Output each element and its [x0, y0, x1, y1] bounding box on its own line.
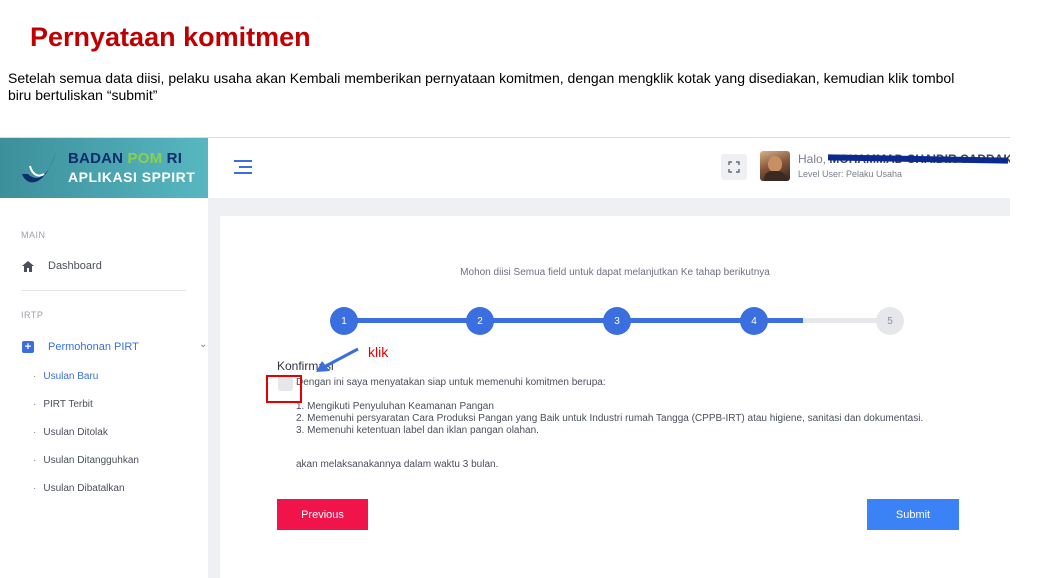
sidebar-item-dashboard[interactable]: Dashboard — [21, 256, 102, 276]
badan-pom-logo-icon — [22, 152, 56, 183]
menu-toggle-icon[interactable] — [234, 160, 252, 174]
fullscreen-button[interactable] — [721, 154, 747, 180]
plus-icon: + — [22, 341, 34, 353]
sidebar-subitem-usulan-dibatalkan[interactable]: · Usulan Dibatalkan — [33, 480, 125, 496]
checkbox-label: Dengan ini saya menyatakan siap untuk me… — [296, 377, 606, 388]
brand-logo[interactable]: BADAN POM RI APLIKASI SPPIRT — [0, 138, 208, 198]
stepper-progress — [344, 318, 803, 323]
wizard-card: Mohon diisi Semua field untuk dapat mela… — [220, 216, 1010, 578]
slide-title: Pernyataan komitmen — [30, 22, 311, 52]
step-3[interactable]: 3 — [603, 307, 631, 335]
sidebar-item-permohonan-pirt[interactable]: + Permohonan PIRT ⌄ — [21, 337, 207, 357]
submit-button[interactable]: Submit — [867, 499, 959, 530]
sidebar-subitem-usulan-baru[interactable]: · Usulan Baru — [33, 368, 98, 384]
annotation-highlight-box — [266, 375, 302, 403]
top-header: Halo, MOHAMMAD CHAIDIR CADDAK Level User… — [208, 138, 1010, 198]
section-label-main: MAIN — [21, 230, 46, 240]
fullscreen-icon — [728, 161, 740, 173]
commitment-item: 1. Mengikuti Penyuluhan Keamanan Pangan — [296, 401, 494, 412]
home-icon — [21, 260, 35, 272]
step-2[interactable]: 2 — [466, 307, 494, 335]
slide-description: Setelah semua data diisi, pelaku usaha a… — [8, 70, 955, 103]
sidebar-item-label: Permohonan PIRT — [48, 341, 139, 353]
section-label-irtp: IRTP — [21, 310, 44, 320]
sidebar-subitem-pirt-terbit[interactable]: · PIRT Terbit — [33, 396, 93, 412]
wizard-instruction: Mohon diisi Semua field untuk dapat mela… — [460, 267, 770, 278]
chevron-down-icon: ⌄ — [199, 339, 208, 350]
sidebar-divider — [21, 290, 186, 291]
sidebar-subitem-usulan-ditangguhkan[interactable]: · Usulan Ditangguhkan — [33, 452, 139, 468]
previous-button[interactable]: Previous — [277, 499, 368, 530]
brand-name: BADAN POM RI — [68, 150, 183, 167]
commitment-item: 2. Memenuhi persyaratan Cara Produksi Pa… — [296, 413, 924, 424]
step-4[interactable]: 4 — [740, 307, 768, 335]
user-avatar[interactable] — [760, 151, 790, 181]
sidebar: MAIN Dashboard IRTP + Permohonan PIRT ⌄ … — [0, 198, 208, 578]
step-5[interactable]: 5 — [876, 307, 904, 335]
app-window: BADAN POM RI APLIKASI SPPIRT Halo, MOHAM… — [0, 138, 1010, 578]
annotation-arrow-icon — [316, 347, 359, 372]
annotation-text: klik — [368, 344, 389, 360]
sidebar-item-label: Dashboard — [48, 260, 102, 272]
commitment-deadline: akan melaksanakannya dalam waktu 3 bulan… — [296, 459, 499, 470]
commitment-item: 3. Memenuhi ketentuan label dan iklan pa… — [296, 425, 539, 436]
step-1[interactable]: 1 — [330, 307, 358, 335]
brand-app-name: APLIKASI SPPIRT — [68, 169, 196, 185]
user-level: Level User: Pelaku Usaha — [798, 169, 903, 179]
sidebar-subitem-usulan-ditolak[interactable]: · Usulan Ditolak — [33, 424, 108, 440]
